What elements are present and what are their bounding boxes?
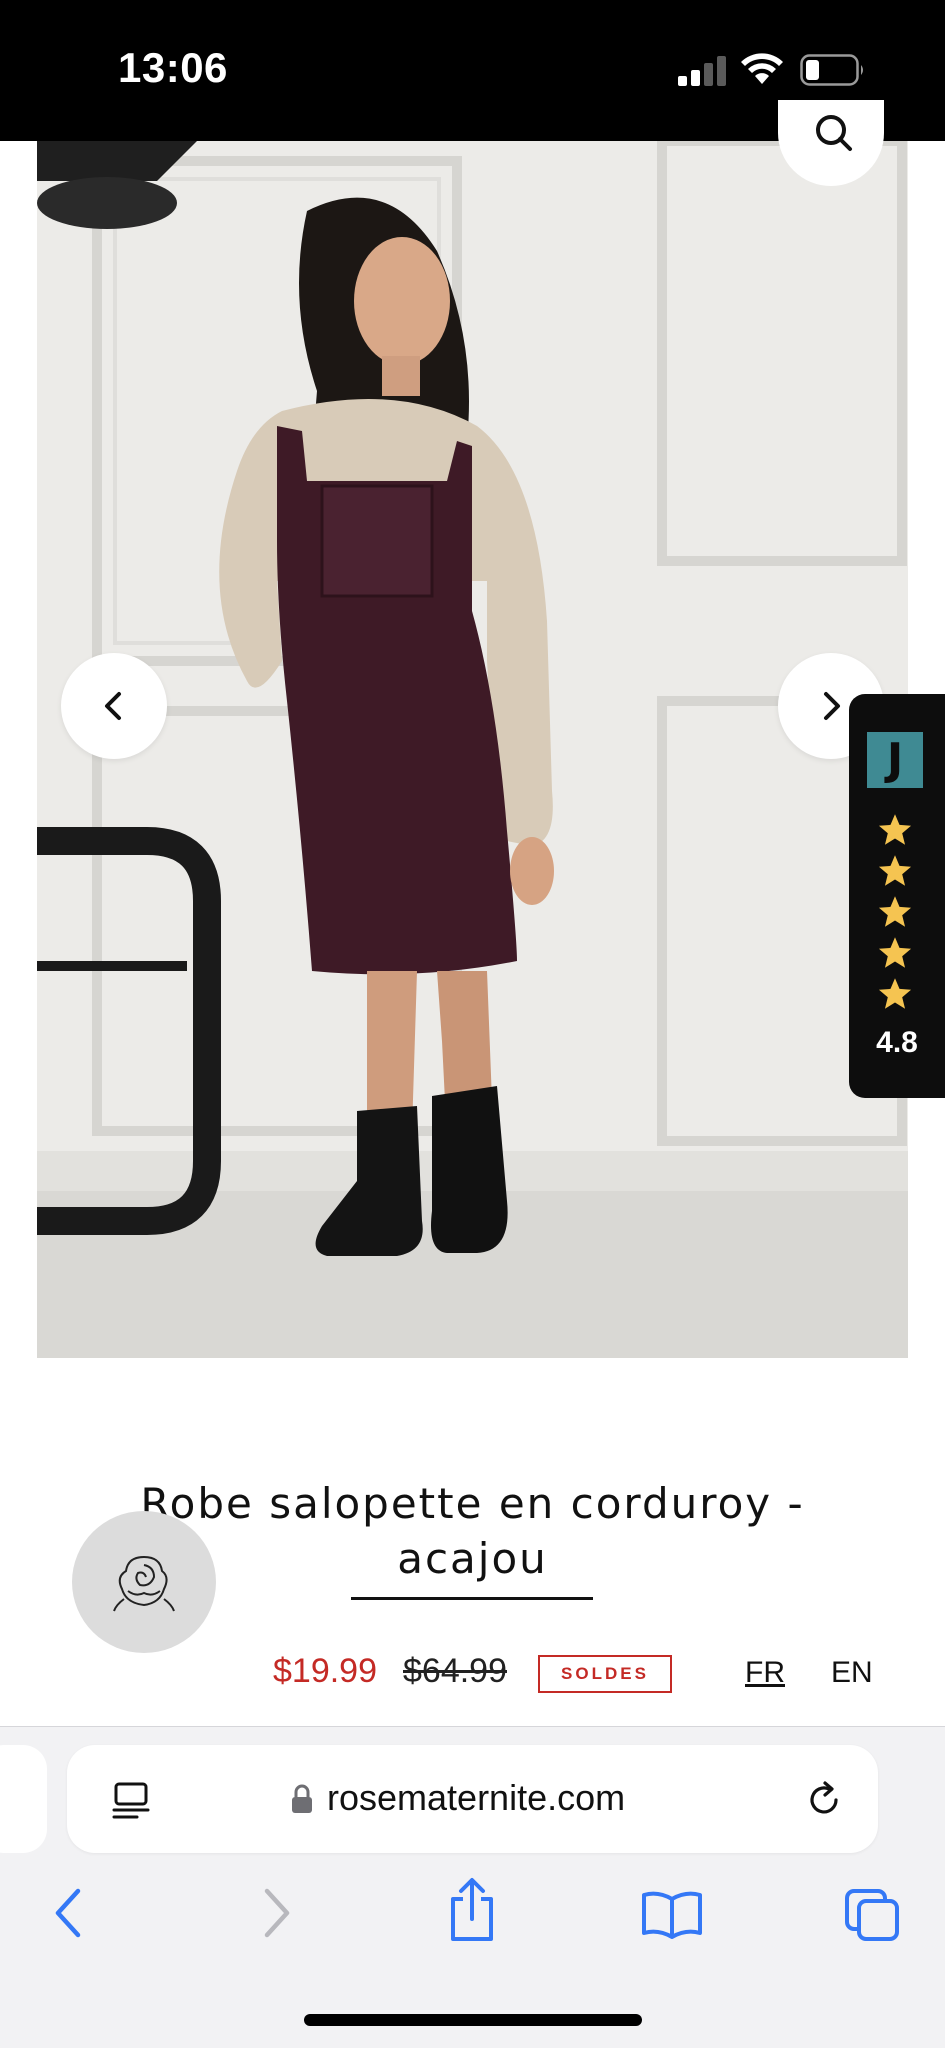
- judge-logo: J: [867, 732, 923, 788]
- language-en-link[interactable]: EN: [831, 1656, 873, 1690]
- share-icon[interactable]: [445, 1877, 499, 1943]
- bookmarks-icon[interactable]: [640, 1889, 704, 1939]
- previous-tab-edge[interactable]: [0, 1745, 47, 1853]
- chevron-right-icon: [824, 692, 840, 720]
- product-page: 13:06 J 4.8 Robe salopette en corduroy -…: [0, 0, 945, 2048]
- wifi-icon: [741, 53, 783, 84]
- rose-icon: [113, 1555, 175, 1612]
- tabs-icon[interactable]: [843, 1887, 901, 1943]
- zoom-button[interactable]: [778, 100, 884, 186]
- search-icon: [816, 115, 852, 151]
- star-icon: [878, 896, 912, 927]
- page-menu-icon[interactable]: [111, 1781, 151, 1821]
- battery-low-icon: [800, 54, 863, 86]
- product-photo: [37, 141, 908, 1358]
- address-bar[interactable]: rosematernite.com: [67, 1745, 878, 1853]
- cellular-signal-icon: [678, 56, 726, 86]
- star-icon: [878, 978, 912, 1009]
- previous-image-button[interactable]: [61, 653, 167, 759]
- star-icon: [878, 855, 912, 886]
- back-icon[interactable]: [50, 1885, 90, 1941]
- language-fr-link[interactable]: FR: [745, 1656, 785, 1690]
- lock-icon: [292, 1784, 312, 1813]
- star-icon: [878, 937, 912, 968]
- home-indicator: [304, 2014, 642, 2026]
- chevron-left-icon: [105, 692, 121, 720]
- title-underline: [351, 1597, 593, 1600]
- forward-icon[interactable]: [255, 1885, 295, 1941]
- rating-score: 4.8: [876, 1026, 918, 1059]
- reload-icon[interactable]: [803, 1779, 845, 1821]
- status-time: 13:06: [118, 44, 228, 91]
- star-icon: [878, 814, 912, 845]
- sale-price: $19.99: [273, 1652, 377, 1690]
- product-image[interactable]: [37, 141, 908, 1358]
- url-text: rosematernite.com: [327, 1777, 626, 1818]
- original-price: $64.99: [403, 1652, 507, 1690]
- chat-bubble-button[interactable]: [72, 1511, 216, 1653]
- reviews-widget[interactable]: J 4.8: [849, 694, 945, 1098]
- sale-badge: SOLDES: [538, 1655, 672, 1693]
- browser-chrome: rosematernite.com: [0, 1726, 945, 2048]
